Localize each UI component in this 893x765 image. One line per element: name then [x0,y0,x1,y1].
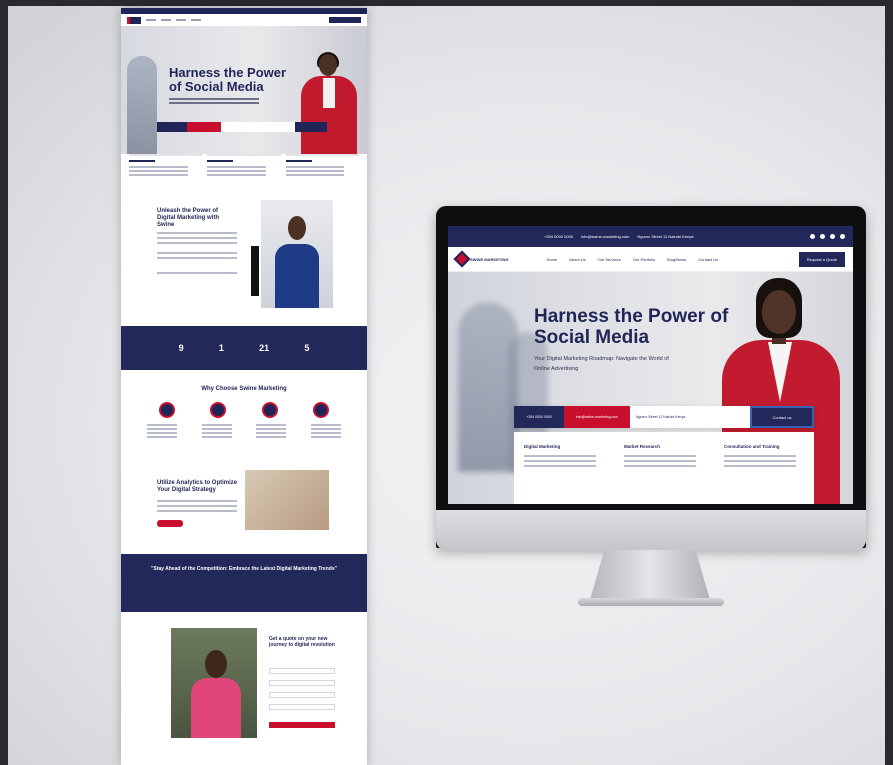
feature-icon [158,402,175,418]
nav-contact[interactable]: Contact Us [698,257,718,262]
logo-text: SWINE MARKETING [470,256,509,262]
mock-logo [127,16,141,24]
mock-form-field [269,704,335,710]
hero-subtitle: Your Digital Marketing Roadmap: Navigate… [534,356,669,372]
mock-about-section: Unleash the Power of Digital Marketing w… [121,184,367,312]
logo-icon [453,250,471,268]
facebook-icon[interactable] [810,234,815,239]
service-card-title: Consultation and Training [724,444,780,449]
twitter-icon[interactable] [830,234,835,239]
nav-home[interactable]: Home [546,257,557,262]
service-card[interactable]: Consultation and Training [714,432,814,504]
mock-read-more-button [157,520,183,527]
mock-service-cards [121,154,367,184]
mock-hero: Harness the Power of Social Media [121,26,367,154]
mock-contact-strip [157,122,327,132]
mock-hero-title: Harness the Power of Social Media [169,65,287,94]
address-text: Ngumo Street 11 Nairobi Kenya [637,234,694,239]
mock-about-title: Unleash the Power of Digital Marketing w… [157,208,220,228]
service-card[interactable]: Digital Marketing [514,432,614,504]
feature-icon [313,402,330,418]
monitor-stand [590,550,710,600]
mock-analytics-title: Utilize Analytics to Optimize Your Digit… [157,480,238,493]
nav-services[interactable]: Our Services [598,257,621,262]
nav-portfolio[interactable]: Our Portfolio [633,257,655,262]
strip-email[interactable]: info@swine-marketing.com [564,406,630,428]
service-cards: Digital Marketing Market Research Consul… [514,432,814,504]
service-card[interactable]: Market Research [614,432,714,504]
stat-value: 9 [178,343,184,353]
mock-submit-button [269,722,335,728]
mock-form-field [269,692,335,698]
mock-quote-section: Get a quote on your new journey to digit… [121,612,367,752]
hero-title: Harness the Power of Social Media [534,306,729,348]
strip-phone[interactable]: +254 0000 0000 [514,406,564,428]
mock-form-field [269,680,335,686]
site-topbar: +254 0000 0000 info@swine-marketing.com … [448,226,853,247]
site-navbar: SWINE MARKETING Home About Us Our Servic… [448,247,853,272]
hero-section: Harness the Power of Social Media Your D… [448,272,853,504]
mock-quote-title: Get a quote on your new journey to digit… [269,636,335,648]
linkedin-icon[interactable] [840,234,845,239]
contact-us-button[interactable]: Contact us [750,406,814,428]
mock-form-field [269,668,335,674]
email-text[interactable]: info@swine-marketing.com [581,234,629,239]
social-links [810,234,845,239]
feature-icon [210,402,227,418]
nav-about[interactable]: About Us [569,257,585,262]
service-card-title: Digital Marketing [524,444,561,449]
mock-analytics-section: Utilize Analytics to Optimize Your Digit… [121,468,367,554]
mock-why-section: Why Choose Swine Marketing [121,370,367,468]
monitor-base [578,598,724,606]
stat-value: 5 [304,343,310,353]
monitor-screen: +254 0000 0000 info@swine-marketing.com … [448,226,853,504]
phone-text[interactable]: +254 0000 0000 [544,234,573,239]
mock-hero-woman-image [293,52,363,154]
mock-cta-band: "Stay Ahead of the Competition: Embrace … [121,554,367,612]
strip-address: Ngumo Street 11 Nairobi Kenya [630,406,750,428]
stat-value: 1 [218,343,224,353]
mock-why-title: Why Choose Swine Marketing [201,386,287,392]
contact-strip: +254 0000 0000 info@swine-marketing.com … [514,406,814,428]
long-page-mockup: Harness the Power of Social Media Unleas… [121,8,367,765]
mock-navbar [121,14,367,26]
request-quote-button[interactable]: Request a Quote [798,251,845,267]
service-card-title: Market Research [624,444,661,449]
mock-analytics-image [245,470,329,530]
mock-about-photo [261,200,333,308]
mock-photographer-image [171,628,257,738]
instagram-icon[interactable] [820,234,825,239]
mock-quote-button [329,17,361,23]
monitor-chin [436,510,866,550]
mock-cta-text: "Stay Ahead of the Competition: Embrace … [151,566,337,572]
feature-icon [261,402,278,418]
mock-stats-band: 9 1 21 5 [121,326,367,370]
nav-links: Home About Us Our Services Our Portfolio… [546,257,718,262]
stat-value: 21 [259,343,270,353]
nav-blog[interactable]: Blog/News [667,257,686,262]
site-logo[interactable]: SWINE MARKETING [453,250,509,268]
